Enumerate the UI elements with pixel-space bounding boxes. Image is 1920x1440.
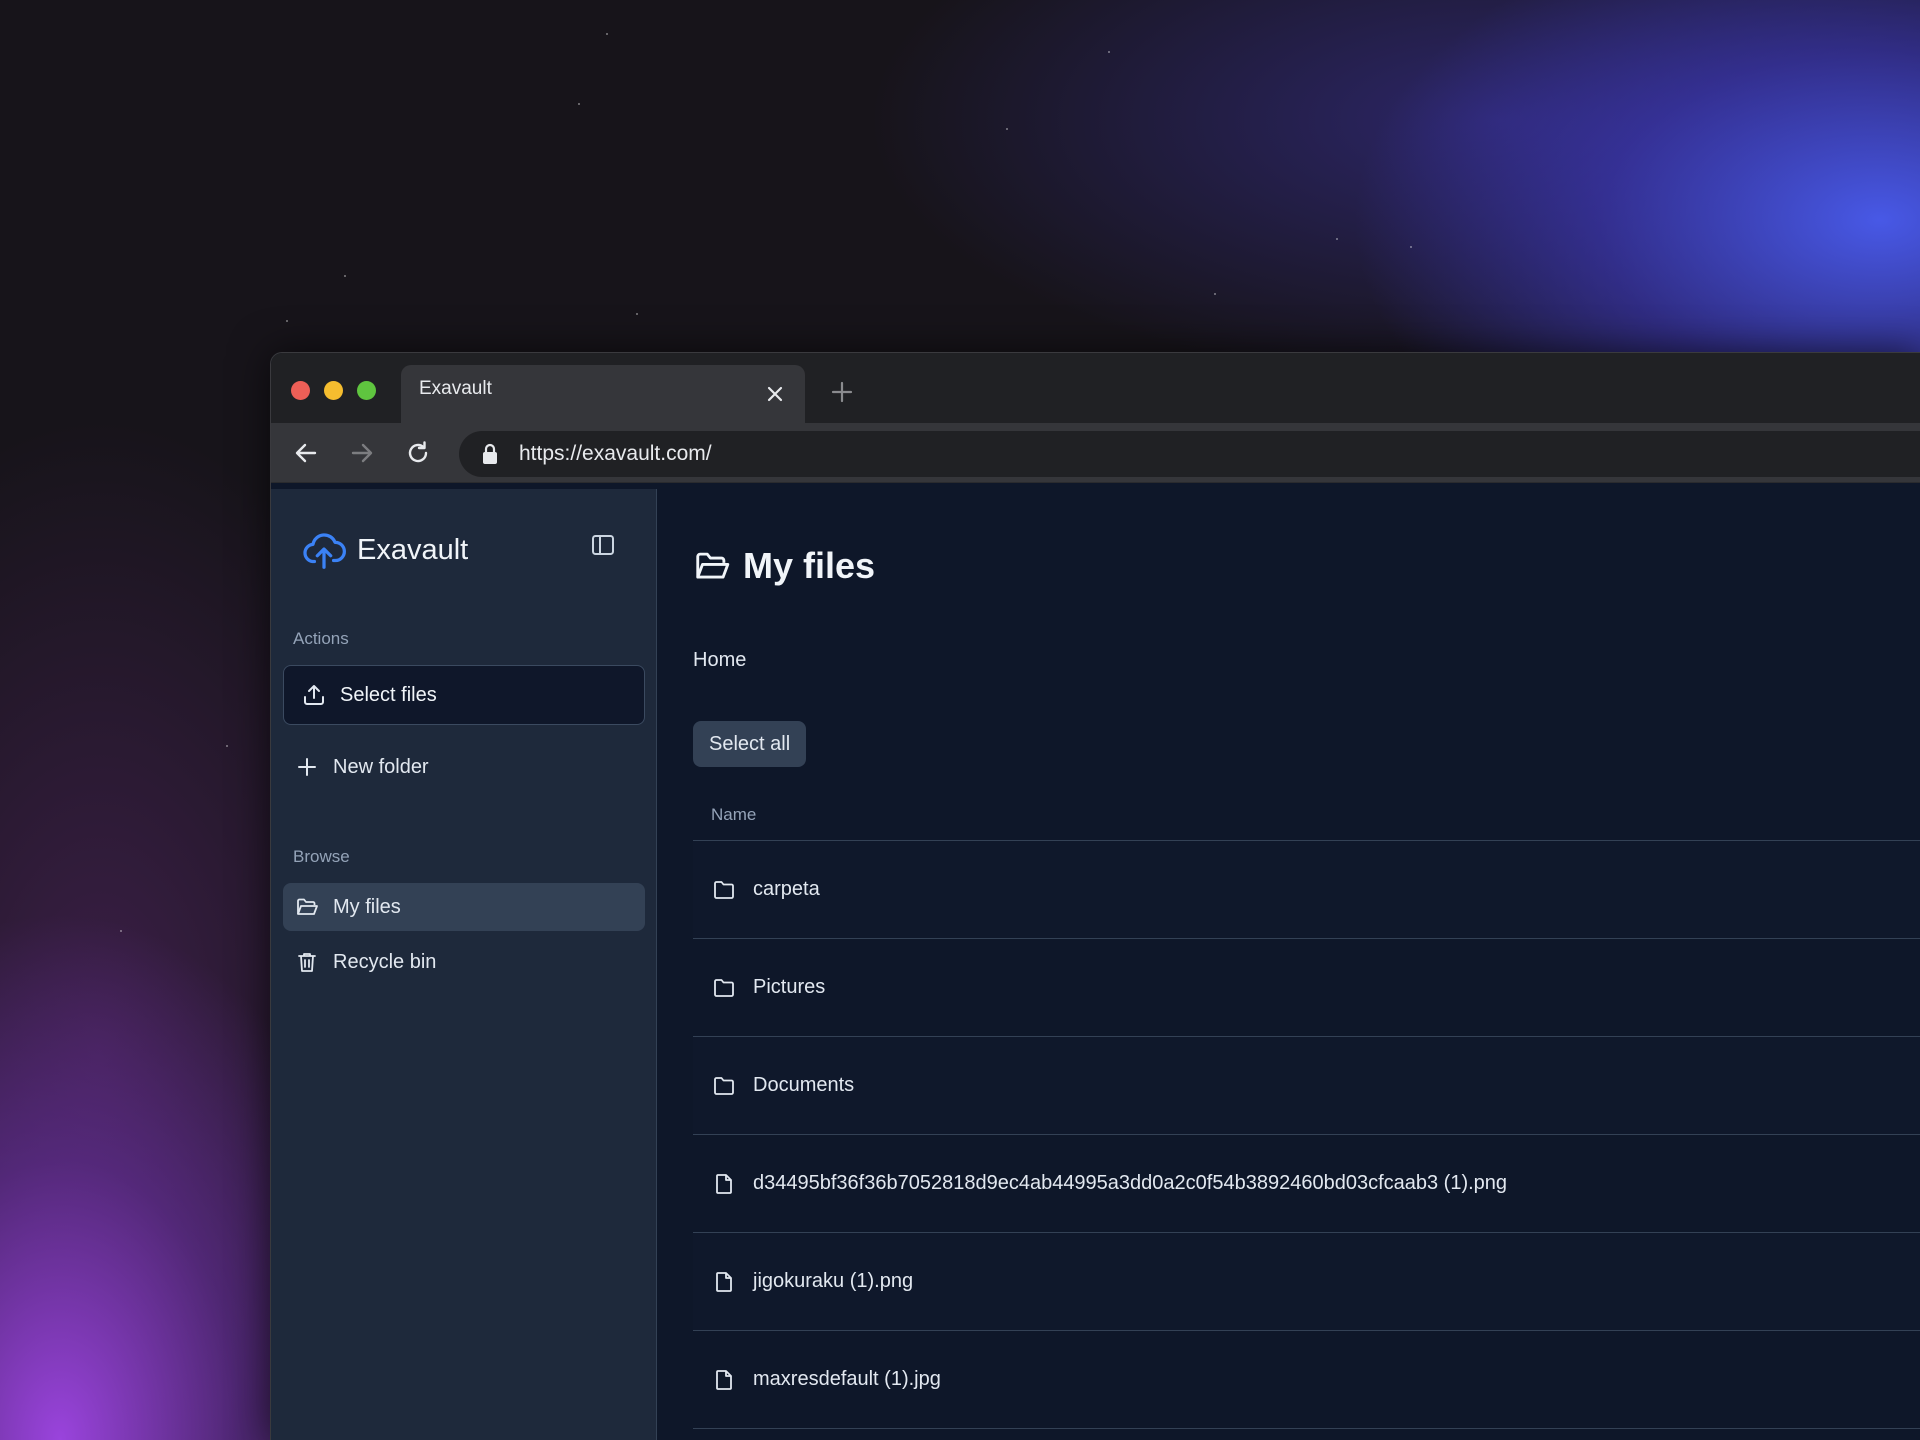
- column-header-name[interactable]: Name: [693, 789, 1920, 841]
- file-icon: [711, 1367, 737, 1393]
- file-name: maxresdefault (1).jpg: [753, 1368, 941, 1390]
- sidebar-toggle-icon[interactable]: [589, 531, 617, 559]
- folder-icon: [711, 877, 737, 903]
- new-tab-icon[interactable]: [827, 377, 857, 407]
- folder-icon: [711, 975, 737, 1001]
- url-text: https://exavault.com/: [519, 442, 712, 465]
- brand-name: Exavault: [357, 533, 469, 566]
- browser-window: Exavault https://exavault.com/ Exavault …: [270, 352, 1920, 1440]
- table-row[interactable]: maxresdefault (1).jpg: [693, 1331, 1920, 1429]
- table-row[interactable]: d34495bf36f36b7052818d9ec4ab44995a3dd0a2…: [693, 1135, 1920, 1233]
- table-row[interactable]: jigokuraku (1).png: [693, 1233, 1920, 1331]
- close-window-button[interactable]: [291, 381, 310, 400]
- maximize-window-button[interactable]: [357, 381, 376, 400]
- browse-label: Browse: [293, 847, 350, 866]
- file-name: Pictures: [753, 976, 826, 998]
- reload-icon[interactable]: [403, 438, 433, 468]
- breadcrumb-home[interactable]: Home: [693, 649, 746, 672]
- new-folder-label: New folder: [333, 755, 429, 778]
- select-files-label: Select files: [340, 683, 437, 706]
- table-row[interactable]: Pictures: [693, 939, 1920, 1037]
- lock-icon: [481, 443, 503, 465]
- file-icon: [711, 1171, 737, 1197]
- file-icon: [711, 1269, 737, 1295]
- forward-arrow-icon[interactable]: [347, 438, 377, 468]
- select-files-button[interactable]: Select files: [283, 665, 645, 725]
- close-tab-icon[interactable]: [763, 382, 787, 406]
- folder-open-icon: [295, 895, 319, 919]
- file-rows: carpeta Pictures Documents d34495bf36f36…: [693, 841, 1920, 1429]
- tab-title: Exavault: [419, 378, 492, 399]
- folder-icon: [711, 1073, 737, 1099]
- file-name: Documents: [753, 1074, 855, 1096]
- app-content: Exavault Actions Select files New folder…: [271, 489, 1920, 1440]
- tab-bar: Exavault: [271, 353, 1920, 423]
- page-title-text: My files: [743, 545, 876, 586]
- table-row[interactable]: Documents: [693, 1037, 1920, 1135]
- minimize-window-button[interactable]: [324, 381, 343, 400]
- table-row[interactable]: carpeta: [693, 841, 1920, 939]
- cloud-upload-icon: [303, 533, 346, 569]
- file-table: Name carpeta Pictures Documents d34495bf…: [693, 789, 1920, 1429]
- address-bar: https://exavault.com/: [271, 423, 1920, 483]
- url-field[interactable]: https://exavault.com/: [459, 431, 1920, 477]
- back-arrow-icon[interactable]: [291, 438, 321, 468]
- sidebar-item-label: Recycle bin: [333, 950, 437, 973]
- main-panel: My files Home Select all Name carpeta Pi…: [657, 489, 1920, 1440]
- sidebar: Exavault Actions Select files New folder…: [271, 489, 657, 1440]
- sidebar-item-my-files[interactable]: My files: [283, 883, 645, 931]
- browser-tab[interactable]: Exavault: [401, 365, 805, 423]
- file-name: carpeta: [753, 878, 820, 900]
- folder-open-icon: [696, 552, 730, 579]
- plus-icon: [295, 755, 319, 779]
- sidebar-item-label: My files: [333, 895, 401, 918]
- actions-label: Actions: [293, 629, 349, 648]
- file-name: jigokuraku (1).png: [753, 1270, 914, 1292]
- upload-icon: [302, 683, 326, 707]
- sidebar-item-recycle-bin[interactable]: Recycle bin: [283, 938, 645, 986]
- file-name: d34495bf36f36b7052818d9ec4ab44995a3dd0a2…: [753, 1172, 1508, 1194]
- new-folder-button[interactable]: New folder: [283, 743, 645, 791]
- brand[interactable]: Exavault: [301, 527, 468, 573]
- trash-icon: [295, 950, 319, 974]
- window-controls: [291, 381, 376, 400]
- page-title: My files: [693, 545, 875, 587]
- select-all-button[interactable]: Select all: [693, 721, 807, 767]
